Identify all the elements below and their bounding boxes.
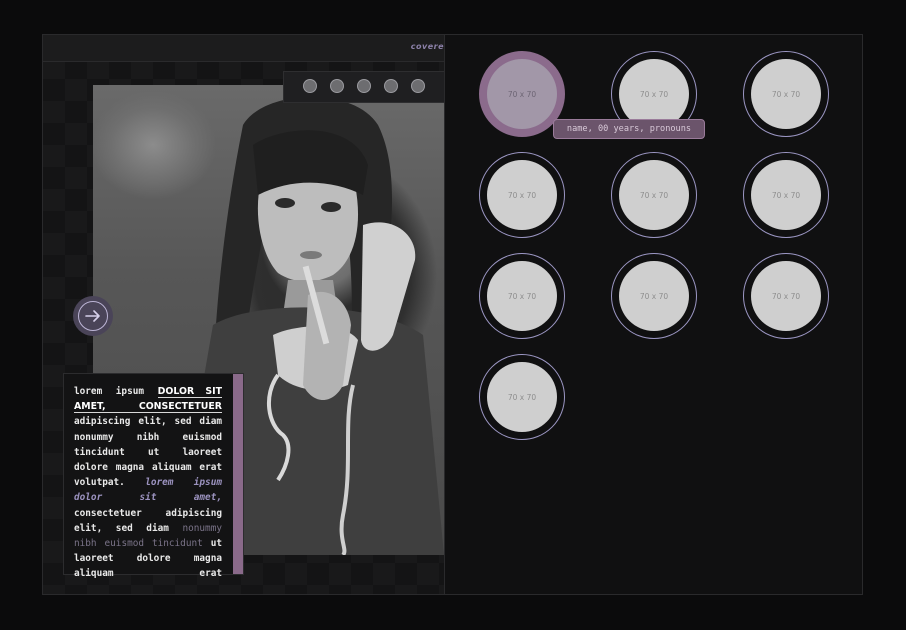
avatar-placeholder: 70 x 70 <box>487 160 557 230</box>
slide-dot[interactable] <box>412 80 424 92</box>
left-panel: covere lorem ipsum DOLOR SIT AMET, CONSE… <box>43 35 445 594</box>
avatar-placeholder: 70 x 70 <box>487 362 557 432</box>
avatar[interactable]: 70 x 70 <box>611 152 697 238</box>
avatar[interactable]: 70 x 70 <box>479 253 565 339</box>
bio-text-card: lorem ipsum DOLOR SIT AMET, CONSECTETUER… <box>63 373 244 579</box>
slide-indicator <box>283 71 444 103</box>
accent-bar <box>233 374 243 574</box>
slide-dot[interactable] <box>331 80 343 92</box>
avatar-placeholder: 70 x 70 <box>619 160 689 230</box>
avatar-tooltip: name, 00 years, pronouns <box>553 119 705 139</box>
slide-dot[interactable] <box>358 80 370 92</box>
next-button[interactable] <box>73 296 113 336</box>
arrow-right-icon <box>78 301 108 331</box>
avatar[interactable]: 70 x 70 <box>479 354 565 440</box>
avatar-placeholder: 70 x 70 <box>751 261 821 331</box>
avatar-placeholder: 70 x 70 <box>751 59 821 129</box>
avatar-placeholder: 70 x 70 <box>751 160 821 230</box>
top-bar-title: covere <box>410 42 444 51</box>
slide-dot[interactable] <box>385 80 397 92</box>
bio-text: lorem ipsum DOLOR SIT AMET, CONSECTETUER… <box>74 384 222 582</box>
slide-dot[interactable] <box>304 80 316 92</box>
avatar[interactable]: 70 x 70 <box>743 253 829 339</box>
avatar[interactable]: 70 x 70 <box>479 152 565 238</box>
avatar-placeholder: 70 x 70 <box>487 59 557 129</box>
avatar-placeholder: 70 x 70 <box>487 261 557 331</box>
avatar[interactable]: 70 x 70 <box>743 152 829 238</box>
avatar[interactable]: 70 x 70 <box>743 51 829 137</box>
avatar-placeholder: 70 x 70 <box>619 261 689 331</box>
profile-layout: covere lorem ipsum DOLOR SIT AMET, CONSE… <box>42 34 863 595</box>
top-bar: covere <box>43 35 444 62</box>
avatar[interactable]: 70 x 70 <box>611 253 697 339</box>
bio-intro: lorem ipsum <box>74 386 145 397</box>
